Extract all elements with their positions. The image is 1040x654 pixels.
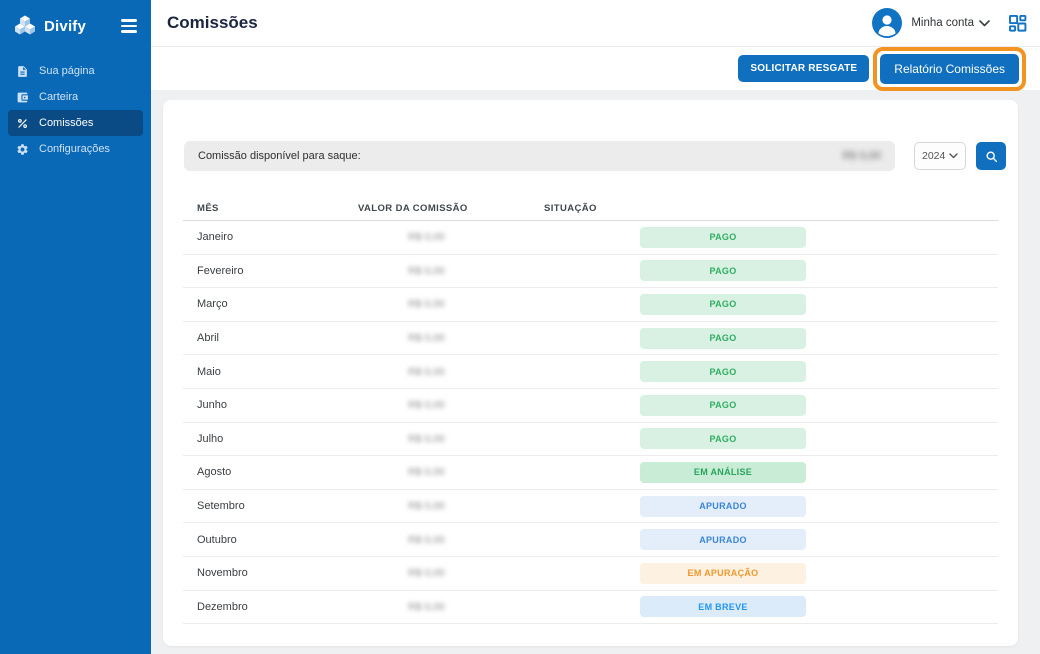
- commission-value: R$ 0,00: [344, 500, 530, 512]
- commission-value: R$ 0,00: [344, 231, 530, 243]
- commission-value: R$ 0,00: [344, 534, 530, 546]
- status-badge: PAGO: [640, 395, 806, 416]
- table-row: JaneiroR$ 0,00 PAGO: [183, 221, 998, 255]
- commissions-card: Comissão disponível para saque: R$ 0,00 …: [163, 100, 1018, 646]
- month-cell: Maio: [183, 366, 344, 378]
- table-row: JulhoR$ 0,00 PAGO: [183, 423, 998, 457]
- month-cell: Março: [183, 298, 344, 310]
- month-cell: Setembro: [183, 500, 344, 512]
- table-row: DezembroR$ 0,00 EM BREVE: [183, 591, 998, 625]
- status-badge: APURADO: [640, 529, 806, 550]
- user-avatar[interactable]: [872, 8, 902, 38]
- commission-value: R$ 0,00: [344, 265, 530, 277]
- month-cell: Abril: [183, 332, 344, 344]
- commission-value: R$ 0,00: [344, 332, 530, 344]
- sidebar-item-sua-pagina[interactable]: Sua página: [8, 58, 143, 84]
- column-header-valor: VALOR DA COMISSÃO: [344, 203, 530, 214]
- month-cell: Agosto: [183, 466, 344, 478]
- sidebar: Divify Sua página Carteira Comissões Config…: [0, 0, 151, 654]
- column-header-mes: MÊS: [183, 203, 344, 214]
- available-commission-bar: Comissão disponível para saque: R$ 0,00: [184, 141, 895, 171]
- commission-value: R$ 0,00: [344, 567, 530, 579]
- table-row: MarçoR$ 0,00 PAGO: [183, 288, 998, 322]
- logo-text: Divify: [44, 18, 86, 35]
- commission-value: R$ 0,00: [344, 298, 530, 310]
- commissions-table: MÊS VALOR DA COMISSÃO SITUAÇÃO JaneiroR$…: [183, 203, 998, 624]
- page-icon: [15, 64, 29, 78]
- sidebar-item-label: Configurações: [39, 143, 110, 155]
- available-commission-value: R$ 0,00: [842, 150, 881, 162]
- page-title: Comissões: [167, 13, 258, 33]
- status-badge: PAGO: [640, 428, 806, 449]
- status-badge: PAGO: [640, 361, 806, 382]
- month-cell: Outubro: [183, 534, 344, 546]
- month-cell: Junho: [183, 399, 344, 411]
- content: Comissão disponível para saque: R$ 0,00 …: [151, 90, 1040, 654]
- table-row: JunhoR$ 0,00 PAGO: [183, 389, 998, 423]
- table-row: OutubroR$ 0,00 APURADO: [183, 523, 998, 557]
- gear-icon: [15, 142, 29, 156]
- status-badge: EM ANÁLISE: [640, 462, 806, 483]
- apps-grid-icon[interactable]: [1008, 14, 1027, 33]
- table-row: AbrilR$ 0,00 PAGO: [183, 322, 998, 356]
- table-row: FevereiroR$ 0,00 PAGO: [183, 255, 998, 289]
- status-badge: PAGO: [640, 260, 806, 281]
- highlight-annotation: Relatório Comissões: [873, 47, 1026, 91]
- table-body: JaneiroR$ 0,00PAGOFevereiroR$ 0,00PAGOMa…: [183, 221, 998, 624]
- month-cell: Janeiro: [183, 231, 344, 243]
- chevron-down-icon: [979, 20, 990, 27]
- year-select[interactable]: 2024: [914, 142, 966, 170]
- status-badge: EM BREVE: [640, 596, 806, 617]
- sidebar-item-carteira[interactable]: Carteira: [8, 84, 143, 110]
- table-header: MÊS VALOR DA COMISSÃO SITUAÇÃO: [183, 203, 998, 221]
- percent-icon: [15, 116, 29, 130]
- month-cell: Julho: [183, 433, 344, 445]
- commission-value: R$ 0,00: [344, 366, 530, 378]
- solicitar-resgate-button[interactable]: SOLICITAR RESGATE: [738, 55, 869, 82]
- year-select-value: 2024: [922, 150, 945, 162]
- menu-toggle-icon[interactable]: [121, 17, 139, 34]
- status-badge: APURADO: [640, 496, 806, 517]
- month-cell: Novembro: [183, 567, 344, 579]
- sidebar-item-configuracoes[interactable]: Configurações: [8, 136, 143, 162]
- wallet-icon: [15, 90, 29, 104]
- chevron-down-icon: [949, 153, 958, 159]
- table-row: AgostoR$ 0,00 EM ANÁLISE: [183, 456, 998, 490]
- commission-value: R$ 0,00: [344, 601, 530, 613]
- logo-row: Divify: [0, 0, 151, 38]
- topbar: Comissões Minha conta: [151, 0, 1040, 47]
- main-area: Comissões Minha conta SOLICITAR R: [151, 0, 1040, 654]
- available-commission-label: Comissão disponível para saque:: [198, 150, 361, 162]
- sidebar-nav: Sua página Carteira Comissões Configurações: [0, 58, 151, 162]
- month-cell: Fevereiro: [183, 265, 344, 277]
- sidebar-item-label: Comissões: [39, 117, 93, 129]
- table-row: NovembroR$ 0,00 EM APURAÇÃO: [183, 557, 998, 591]
- column-header-situacao: SITUAÇÃO: [530, 203, 998, 214]
- table-row: MaioR$ 0,00 PAGO: [183, 355, 998, 389]
- sidebar-item-label: Carteira: [39, 91, 78, 103]
- status-badge: EM APURAÇÃO: [640, 563, 806, 584]
- status-badge: PAGO: [640, 227, 806, 248]
- search-icon: [985, 150, 998, 163]
- sidebar-item-comissoes[interactable]: Comissões: [8, 110, 143, 136]
- table-row: SetembroR$ 0,00 APURADO: [183, 490, 998, 524]
- commission-value: R$ 0,00: [344, 466, 530, 478]
- status-badge: PAGO: [640, 328, 806, 349]
- sidebar-item-label: Sua página: [39, 65, 95, 77]
- divify-logo-icon: [13, 14, 37, 38]
- commission-value: R$ 0,00: [344, 433, 530, 445]
- account-menu[interactable]: Minha conta: [911, 17, 974, 29]
- commission-value: R$ 0,00: [344, 399, 530, 411]
- status-badge: PAGO: [640, 294, 806, 315]
- action-bar: SOLICITAR RESGATE Relatório Comissões: [151, 47, 1040, 90]
- month-cell: Dezembro: [183, 601, 344, 613]
- relatorio-comissoes-button[interactable]: Relatório Comissões: [880, 54, 1019, 84]
- search-button[interactable]: [976, 142, 1006, 170]
